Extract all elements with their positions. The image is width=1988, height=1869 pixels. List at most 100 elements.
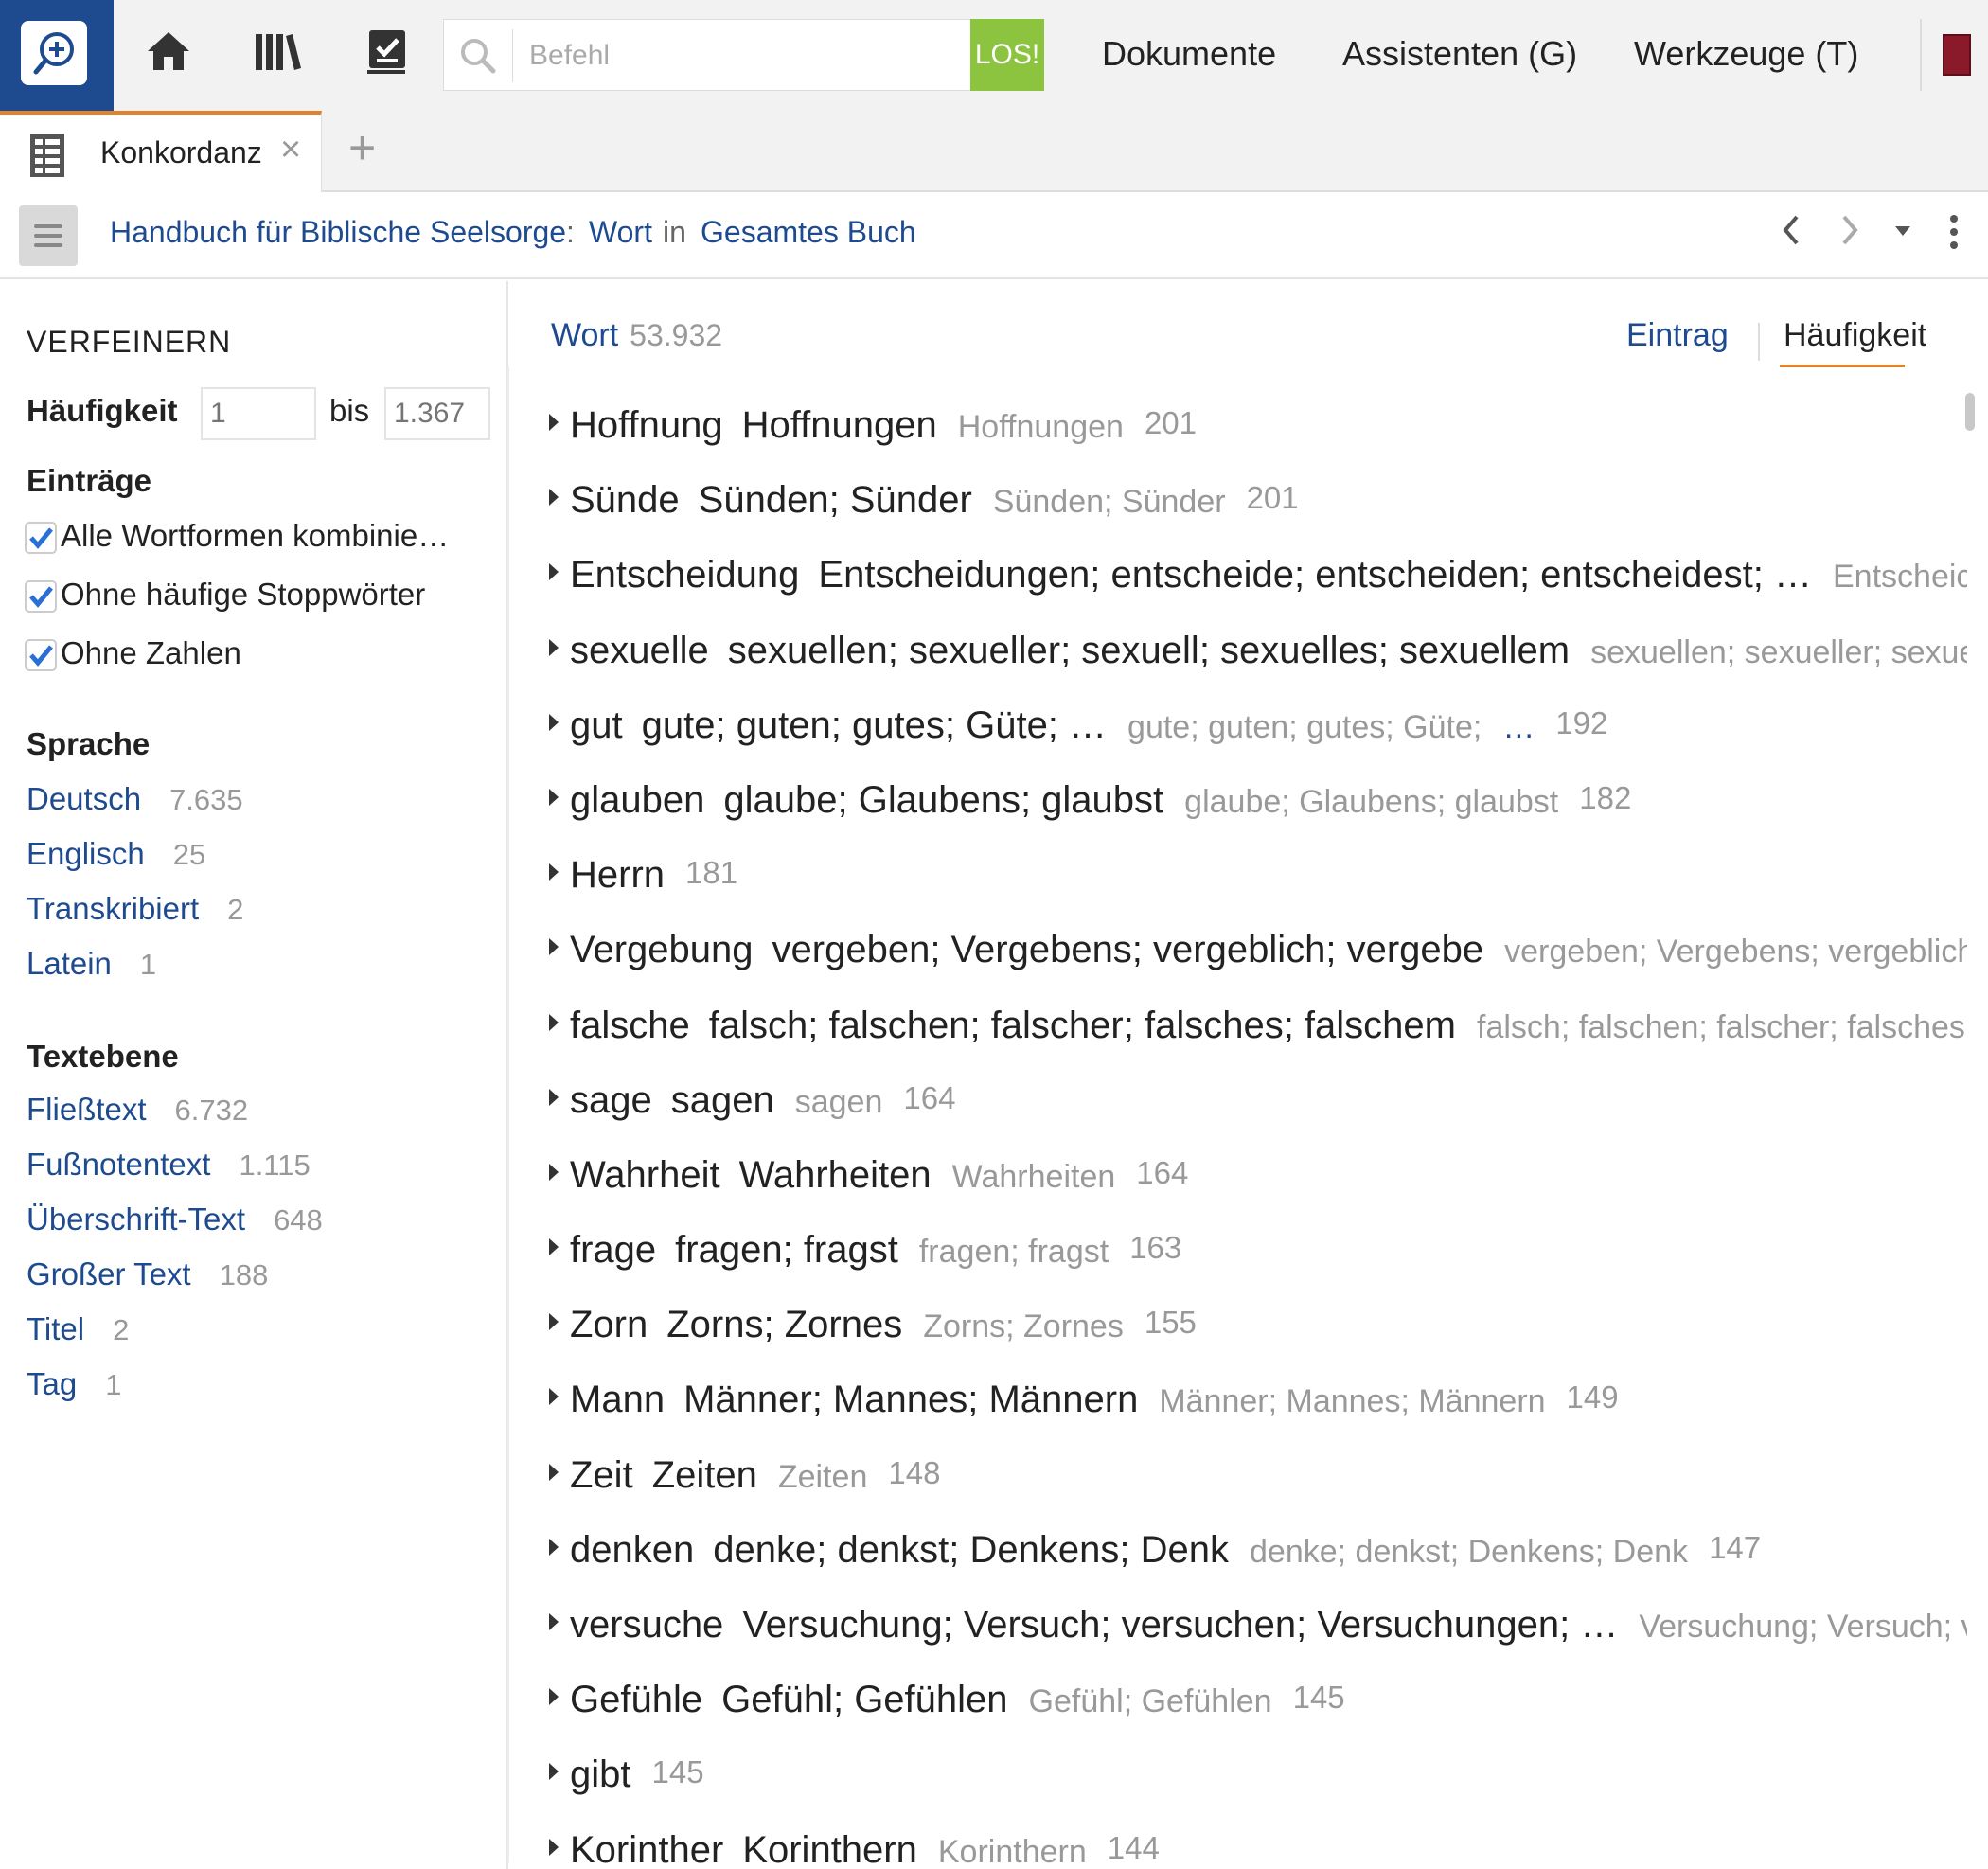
dropdown-icon[interactable]	[1893, 211, 1912, 258]
results-scrollbar[interactable]	[1963, 393, 1977, 1860]
command-input[interactable]	[529, 31, 955, 80]
facet-text-level-item[interactable]: Titel 2	[27, 1311, 129, 1347]
expand-triangle-icon[interactable]	[549, 1013, 559, 1031]
expand-triangle-icon[interactable]	[549, 489, 559, 507]
facet-name: Fußnotentext	[27, 1147, 211, 1182]
expand-triangle-icon[interactable]	[549, 1613, 559, 1630]
table-row[interactable]: Vergebung vergeben; Vergebens; vergeblich…	[547, 917, 1967, 992]
facet-text-level-item[interactable]: Fußnotentext 1.115	[27, 1147, 311, 1183]
expand-triangle-icon[interactable]	[549, 788, 559, 806]
tab-concordance[interactable]: Konkordanz ×	[0, 111, 322, 192]
breadcrumb: Handbuch für Biblische Seelsorge : Wort …	[0, 194, 1988, 279]
expand-triangle-icon[interactable]	[549, 1238, 559, 1256]
row-forms: sagen	[670, 1078, 774, 1121]
frequency-to-input[interactable]	[384, 387, 490, 440]
facet-text-level-item[interactable]: Großer Text 188	[27, 1256, 268, 1292]
expand-triangle-icon[interactable]	[549, 713, 559, 731]
checkbox-checked-icon[interactable]	[25, 639, 57, 671]
expand-triangle-icon[interactable]	[549, 1463, 559, 1481]
view-by-entry-button[interactable]: Eintrag	[1626, 317, 1729, 354]
go-button[interactable]: LOS!	[970, 19, 1044, 91]
facet-text-level-item[interactable]: Fließtext 6.732	[27, 1092, 248, 1128]
library-icon[interactable]	[252, 27, 305, 83]
home-icon[interactable]	[144, 27, 197, 83]
chevron-left-icon[interactable]	[1780, 211, 1802, 258]
row-text: Mann Männer; Mannes; Männern Männer; Manne…	[570, 1379, 1619, 1421]
expand-triangle-icon[interactable]	[549, 1763, 559, 1781]
table-row[interactable]: gibt 145	[547, 1742, 1967, 1817]
facet-language-item[interactable]: Englisch 25	[27, 836, 205, 872]
row-more-link[interactable]: …	[1502, 709, 1535, 745]
table-row[interactable]: Mann Männer; Mannes; Männern Männer; Manne…	[547, 1367, 1967, 1442]
table-row[interactable]: denken denke; denkst; Denkens; Denk denke;…	[547, 1518, 1967, 1593]
table-row[interactable]: sage sagen sagen 164	[547, 1068, 1967, 1143]
expand-triangle-icon[interactable]	[549, 1838, 559, 1856]
table-row[interactable]: falsche falsch; falschen; falscher; falsc…	[547, 993, 1967, 1068]
expand-triangle-icon[interactable]	[549, 1313, 559, 1331]
expand-triangle-icon[interactable]	[549, 938, 559, 956]
breadcrumb-type[interactable]: Wort	[589, 215, 652, 250]
scrollbar-thumb[interactable]	[1965, 393, 1975, 431]
menu-documents[interactable]: Dokumente	[1102, 34, 1276, 74]
add-tab-button[interactable]: +	[348, 120, 376, 175]
row-gray-forms: Gefühl; Gefühlen	[1028, 1683, 1272, 1720]
search-document-button[interactable]	[0, 0, 114, 111]
option-no-numbers[interactable]: Ohne Zahlen	[61, 635, 241, 671]
table-row[interactable]: frage fragen; fragst fragen; fragst 163	[547, 1218, 1967, 1292]
row-lemma: Gefühle	[570, 1679, 703, 1721]
panel-menu-icon[interactable]	[19, 205, 78, 266]
table-row[interactable]: versuche Versuchung; Versuch; versuchen; …	[547, 1593, 1967, 1667]
table-row[interactable]: Zeit Zeiten Zeiten 148	[547, 1443, 1967, 1518]
option-no-stopwords[interactable]: Ohne häufige Stoppwörter	[61, 577, 425, 613]
book-thumbnail[interactable]	[1943, 34, 1971, 76]
checklist-icon[interactable]	[364, 27, 417, 83]
menu-tools[interactable]: Werkzeuge (T)	[1634, 34, 1858, 74]
breadcrumb-scope[interactable]: Gesamtes Buch	[701, 215, 916, 250]
sidebar-scrollbar[interactable]	[507, 366, 509, 1862]
row-lemma: falsche	[570, 1004, 690, 1046]
option-combine-forms[interactable]: Alle Wortformen kombinie…	[61, 518, 449, 554]
expand-triangle-icon[interactable]	[549, 1538, 559, 1556]
facet-count: 1	[139, 948, 157, 981]
chevron-right-icon[interactable]	[1838, 211, 1861, 258]
table-row[interactable]: Korinther Korinthern Korinthern 144	[547, 1818, 1967, 1869]
expand-triangle-icon[interactable]	[549, 1163, 559, 1181]
row-count: 201	[1246, 480, 1299, 516]
expand-triangle-icon[interactable]	[549, 1088, 559, 1106]
expand-triangle-icon[interactable]	[549, 563, 559, 581]
expand-triangle-icon[interactable]	[549, 1688, 559, 1706]
table-row[interactable]: glauben glaube; Glaubens; glaubst glaube; …	[547, 768, 1967, 843]
facet-text-level-item[interactable]: Tag 1	[27, 1366, 121, 1402]
expand-triangle-icon[interactable]	[549, 1388, 559, 1406]
table-row[interactable]: Gefühle Gefühl; Gefühlen Gefühl; Gefühlen 1…	[547, 1667, 1967, 1742]
menu-assistants[interactable]: Assistenten (G)	[1342, 34, 1577, 74]
close-tab-icon[interactable]: ×	[280, 130, 301, 170]
row-lemma: denken	[570, 1528, 695, 1571]
facet-language-item[interactable]: Latein 1	[27, 946, 156, 982]
table-row[interactable]: Sünde Sünden; Sünder Sünden; Sünder 201	[547, 468, 1967, 543]
expand-triangle-icon[interactable]	[549, 863, 559, 881]
facet-text-level-item[interactable]: Überschrift-Text 648	[27, 1202, 323, 1237]
table-row[interactable]: Entscheidung Entscheidungen; entscheide; …	[547, 543, 1967, 617]
row-count: 145	[1292, 1680, 1345, 1716]
checkbox-checked-icon[interactable]	[25, 522, 57, 554]
table-row[interactable]: gut gute; guten; gutes; Güte; … gute; gute…	[547, 693, 1967, 768]
table-row[interactable]: Herrn 181	[547, 843, 1967, 917]
active-view-indicator	[1780, 365, 1905, 367]
expand-triangle-icon[interactable]	[549, 414, 559, 431]
row-text: glauben glaube; Glaubens; glaubst glaube; …	[570, 779, 1631, 822]
frequency-from-input[interactable]	[201, 387, 316, 440]
view-by-frequency-button[interactable]: Häufigkeit	[1784, 317, 1926, 354]
row-count: 145	[651, 1754, 704, 1790]
checkbox-checked-icon[interactable]	[25, 580, 57, 613]
facet-language-item[interactable]: Transkribiert 2	[27, 891, 243, 927]
facet-language-item[interactable]: Deutsch 7.635	[27, 781, 243, 817]
table-row[interactable]: Wahrheit Wahrheiten Wahrheiten 164	[547, 1143, 1967, 1218]
expand-triangle-icon[interactable]	[549, 638, 559, 656]
breadcrumb-resource[interactable]: Handbuch für Biblische Seelsorge	[110, 215, 566, 250]
table-row[interactable]: sexuelle sexuellen; sexueller; sexuell; s…	[547, 618, 1967, 693]
more-vertical-icon[interactable]	[1946, 211, 1961, 262]
table-row[interactable]: Zorn Zorns; Zornes Zorns; Zornes 155	[547, 1292, 1967, 1367]
row-forms: Entscheidungen; entscheide; entscheiden;…	[818, 554, 1812, 596]
table-row[interactable]: Hoffnung Hoffnungen Hoffnungen 201	[547, 393, 1967, 468]
